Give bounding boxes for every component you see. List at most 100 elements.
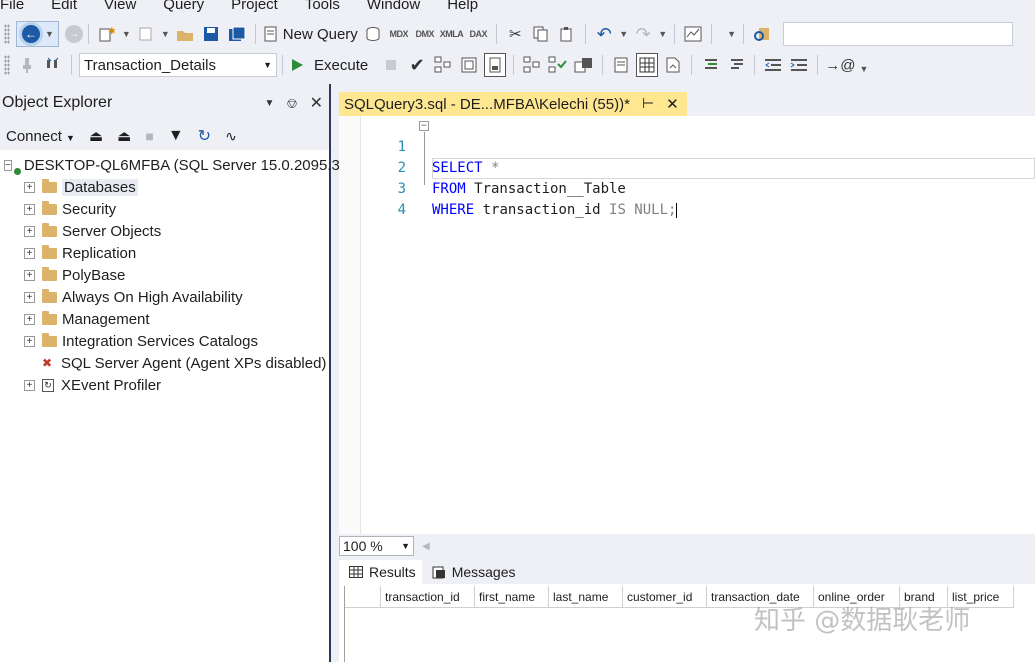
intellisense-button[interactable] (484, 53, 507, 77)
activity-icon[interactable]: ∿ (225, 128, 237, 145)
pin-tab-icon[interactable]: ⊢ (642, 95, 654, 113)
column-header[interactable]: transaction_id (381, 586, 475, 608)
zoom-select[interactable]: 100 % ▼ (339, 536, 414, 556)
tree-node-always-on[interactable]: + Always On High Availability (0, 286, 329, 308)
new-project-button[interactable]: ✱ (96, 22, 118, 46)
menu-view[interactable]: View (104, 0, 144, 13)
dmx-query-button[interactable]: DMX (414, 22, 436, 46)
expand-icon[interactable]: + (24, 335, 35, 347)
redo-button[interactable]: ↷ (632, 22, 654, 46)
save-button[interactable] (200, 22, 222, 46)
connect-button[interactable] (16, 53, 38, 77)
client-statistics-button[interactable] (573, 53, 595, 77)
mdx-query-button[interactable]: MDX (388, 22, 410, 46)
activity-monitor-button[interactable] (682, 22, 704, 46)
chevron-down-icon[interactable]: ▼ (161, 29, 170, 39)
comment-out-button[interactable] (699, 53, 721, 77)
include-actual-plan-button[interactable] (521, 53, 543, 77)
change-connection-button[interactable] (42, 53, 64, 77)
tree-node-polybase[interactable]: + PolyBase (0, 264, 329, 286)
display-estimated-plan-button[interactable] (432, 53, 454, 77)
code-area[interactable]: − 1 SELECT * 2 FROM Transaction__Table 3… (361, 116, 1035, 534)
uncomment-button[interactable] (725, 53, 747, 77)
dax-query-button[interactable]: DAX (467, 22, 489, 46)
sql-editor[interactable]: − 1 SELECT * 2 FROM Transaction__Table 3… (339, 116, 1035, 534)
menu-tools[interactable]: Tools (305, 0, 348, 13)
cut-button[interactable]: ✂ (504, 22, 526, 46)
tree-node-server-objects[interactable]: + Server Objects (0, 220, 329, 242)
tree-node-replication[interactable]: + Replication (0, 242, 329, 264)
column-header[interactable]: first_name (475, 586, 549, 608)
live-query-statistics-button[interactable] (547, 53, 569, 77)
add-item-button[interactable] (135, 22, 157, 46)
query-options-button[interactable] (458, 53, 480, 77)
tab-messages[interactable]: Messages (422, 560, 522, 584)
tree-node-xevent-profiler[interactable]: + ↻ XEvent Profiler (0, 374, 329, 396)
scroll-left-icon[interactable]: ◀ (422, 541, 430, 552)
close-tab-icon[interactable]: ✕ (666, 95, 679, 113)
filter-icon[interactable]: ▼ (168, 127, 184, 145)
menu-edit[interactable]: Edit (51, 0, 85, 13)
window-position-icon[interactable]: ▼ (264, 98, 274, 109)
save-all-button[interactable] (226, 22, 248, 46)
stop-icon[interactable]: ■ (145, 128, 153, 144)
disconnect-icon[interactable]: ⏏ (117, 127, 131, 145)
expand-icon[interactable]: + (24, 247, 35, 259)
toolbar-grip[interactable] (4, 55, 10, 75)
open-file-button[interactable] (174, 22, 196, 46)
close-icon[interactable]: ✕ (310, 93, 323, 113)
results-to-grid-button[interactable] (636, 53, 659, 77)
collapse-icon[interactable]: − (4, 159, 12, 171)
paste-button[interactable] (556, 22, 578, 46)
xmla-query-button[interactable]: XMLA (440, 22, 464, 46)
expand-icon[interactable]: + (24, 203, 35, 215)
expand-icon[interactable]: + (24, 225, 35, 237)
execute-button[interactable]: Execute (290, 53, 368, 77)
refresh-icon[interactable]: ↻ (198, 126, 211, 146)
menu-query[interactable]: Query (163, 0, 212, 13)
tree-node-sql-agent[interactable]: ✖ SQL Server Agent (Agent XPs disabled) (0, 352, 329, 374)
menu-file[interactable]: File (0, 0, 32, 13)
menu-project[interactable]: Project (231, 0, 286, 13)
menu-help[interactable]: Help (447, 0, 486, 13)
chevron-down-icon[interactable]: ▼ (45, 29, 54, 39)
chevron-down-icon[interactable]: ▼ (859, 64, 868, 74)
chevron-down-icon[interactable]: ▼ (727, 29, 736, 39)
tree-node-integration-services[interactable]: + Integration Services Catalogs (0, 330, 329, 352)
expand-icon[interactable]: + (24, 181, 35, 193)
tab-results[interactable]: Results (339, 560, 422, 584)
expand-icon[interactable]: + (24, 291, 35, 303)
toolbar-grip[interactable] (4, 24, 10, 44)
connect-plug-icon[interactable]: ⏏ (89, 127, 103, 145)
parse-button[interactable]: ✔ (406, 53, 428, 77)
chevron-down-icon[interactable]: ▼ (658, 29, 667, 39)
tree-node-server[interactable]: − DESKTOP-QL6MFBA (SQL Server 15.0.2095.… (0, 154, 340, 176)
chevron-down-icon[interactable]: ▼ (122, 29, 131, 39)
navigate-back-button[interactable]: ← ▼ (16, 21, 59, 47)
expand-icon[interactable]: + (24, 313, 35, 325)
decrease-indent-button[interactable] (762, 53, 784, 77)
find-button[interactable] (751, 22, 773, 46)
specify-template-parameters-button[interactable]: →@ (825, 53, 855, 77)
tree-node-security[interactable]: + Security (0, 198, 329, 220)
available-databases-select[interactable]: Transaction_Details ▼ (79, 53, 277, 77)
new-query-button[interactable]: New Query (263, 22, 358, 46)
find-input[interactable] (783, 22, 1014, 46)
menu-window[interactable]: Window (367, 0, 428, 13)
tree-node-databases[interactable]: + Databases (0, 176, 329, 198)
undo-button[interactable]: ↶ (593, 22, 615, 46)
expand-icon[interactable]: + (24, 269, 35, 281)
results-to-file-button[interactable] (662, 53, 684, 77)
column-header[interactable]: customer_id (623, 586, 707, 608)
database-engine-query-button[interactable] (362, 22, 384, 46)
increase-indent-button[interactable] (788, 53, 810, 77)
results-to-text-button[interactable] (610, 53, 632, 77)
query-document-tab[interactable]: SQLQuery3.sql - DE...MFBA\Kelechi (55))*… (339, 92, 687, 116)
connect-dropdown-button[interactable]: Connect ▼ (6, 128, 75, 145)
pin-icon[interactable]: ⎊ (286, 95, 297, 112)
copy-button[interactable] (530, 22, 552, 46)
tree-node-management[interactable]: + Management (0, 308, 329, 330)
chevron-down-icon[interactable]: ▼ (619, 29, 628, 39)
cancel-query-button[interactable] (380, 53, 402, 77)
navigate-forward-button[interactable]: → (64, 25, 83, 43)
